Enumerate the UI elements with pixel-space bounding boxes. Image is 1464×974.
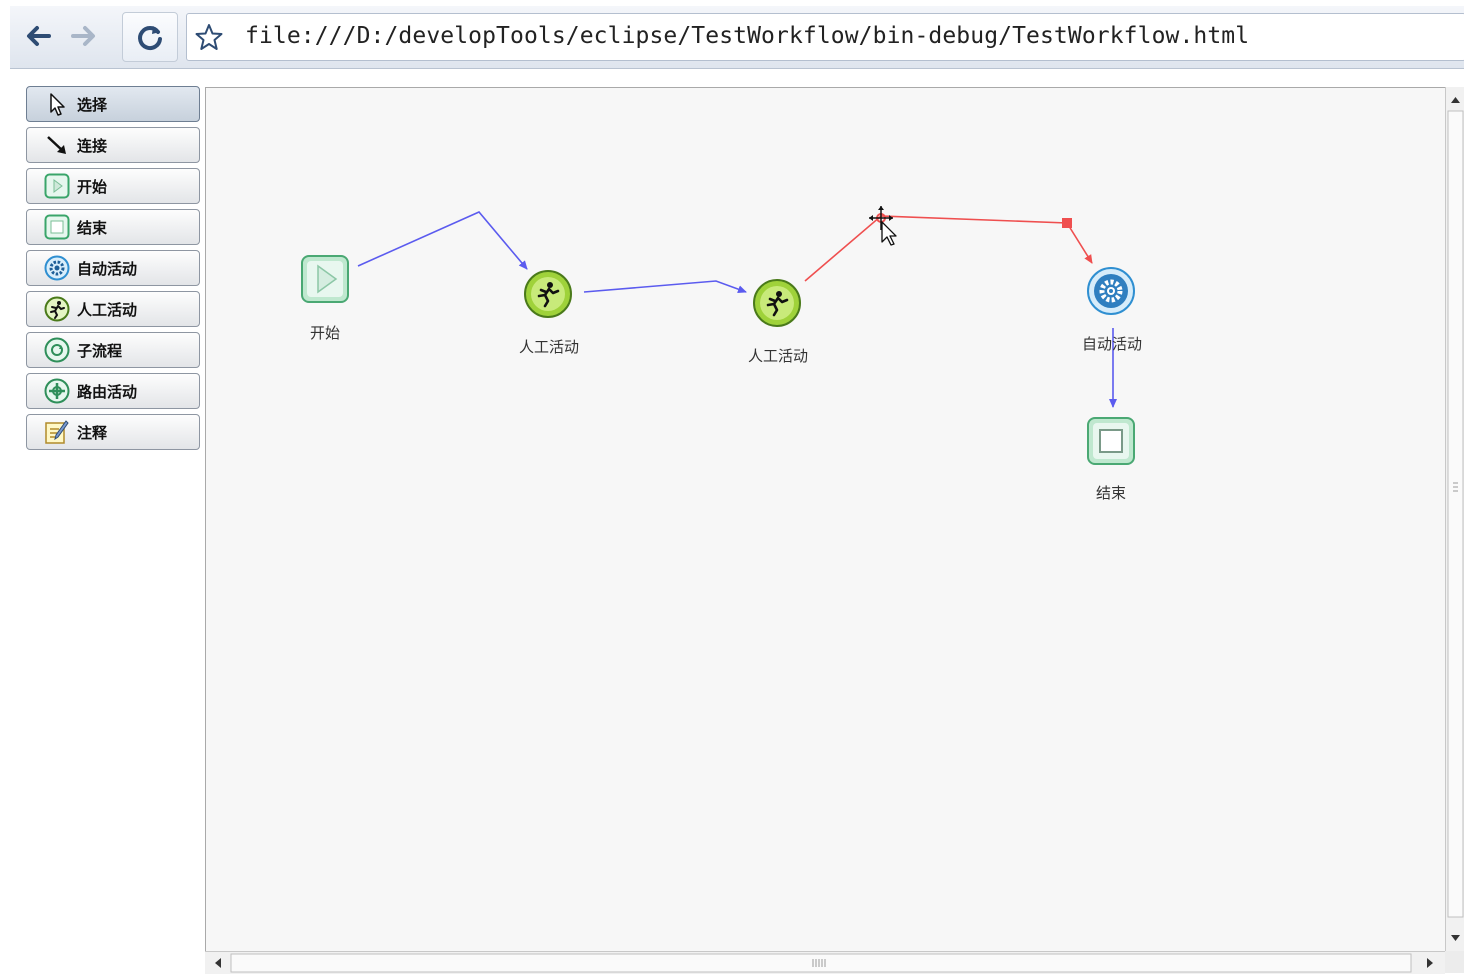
edge-manual1-to-manual2[interactable] [583,280,747,294]
scroll-left-icon[interactable] [215,958,221,968]
move-cursor-icon [869,206,897,246]
horizontal-scrollbar[interactable] [205,951,1445,974]
scroll-right-icon[interactable] [1427,958,1433,968]
node-label-manual1: 人工活动 [518,338,580,356]
node-manual-activity-1[interactable] [524,270,572,318]
scroll-up-icon[interactable] [1451,97,1460,103]
edge-start-to-manual1[interactable] [357,211,528,270]
node-label-start: 开始 [309,324,341,342]
edge-bend-handle[interactable] [1062,218,1072,228]
scroll-corner [1445,951,1464,973]
node-label-auto1: 自动活动 [1081,335,1143,353]
vertical-scrollbar[interactable] [1445,87,1464,951]
node-label-end: 结束 [1095,484,1127,502]
node-manual-activity-2[interactable] [753,279,801,327]
vertical-scroll-thumb[interactable] [1447,110,1464,918]
node-end[interactable] [1087,417,1135,465]
horizontal-scroll-thumb[interactable] [230,953,1412,973]
node-start[interactable] [301,255,349,303]
node-auto-activity[interactable] [1087,267,1135,315]
node-label-manual2: 人工活动 [747,347,809,365]
workflow-diagram [301,206,1135,465]
edge-manual2-to-auto1[interactable] [804,215,1093,282]
scroll-down-icon[interactable] [1451,935,1460,941]
